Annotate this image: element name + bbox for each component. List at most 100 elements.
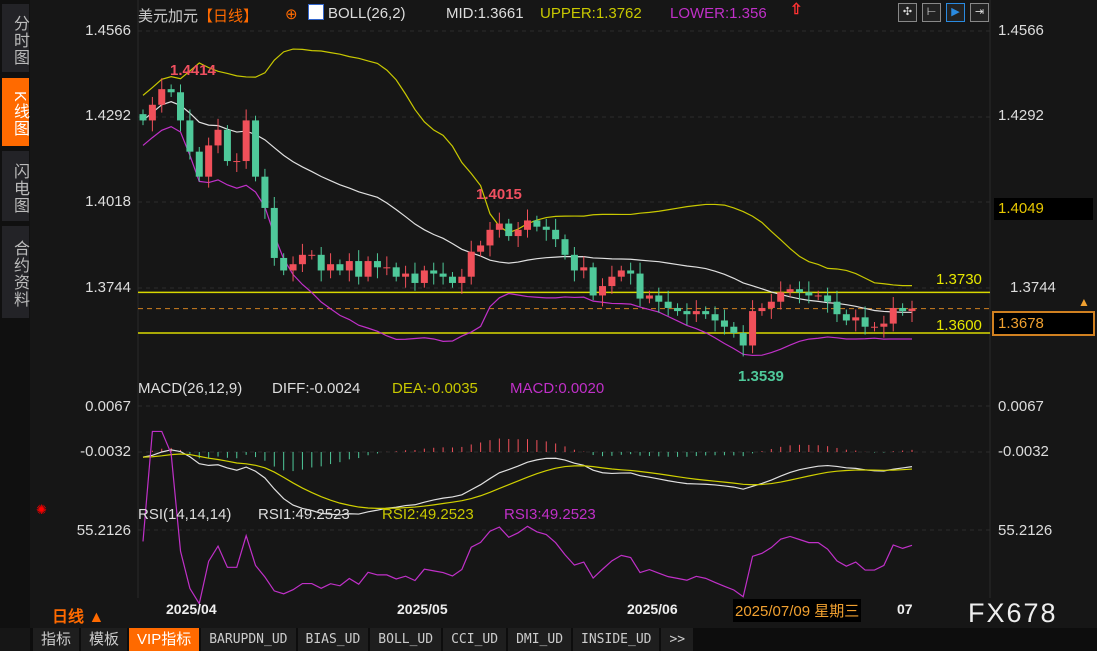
candle-body xyxy=(448,276,456,283)
candle-body xyxy=(702,311,710,315)
boll-mid: MID:1.3661 xyxy=(446,5,524,22)
candle-body xyxy=(824,295,832,302)
tab-boll[interactable]: BOLL_UD xyxy=(370,628,442,651)
tab-vip-indicators[interactable]: VIP指标 xyxy=(129,628,200,651)
scroll-up-icon[interactable]: ▲ xyxy=(1078,295,1090,309)
candle-body xyxy=(261,176,269,208)
candle-body xyxy=(552,229,560,240)
candle-body xyxy=(364,261,372,277)
tab-bias[interactable]: BIAS_UD xyxy=(297,628,369,651)
tab-templates[interactable]: 模板 xyxy=(81,628,128,651)
candle-body xyxy=(833,301,841,315)
candle-body xyxy=(599,286,607,296)
macd-diff: DIFF:-0.0024 xyxy=(272,380,361,397)
candle-body xyxy=(889,307,897,324)
alert-icon[interactable]: ✺ xyxy=(36,502,47,518)
time-label: 2025/06 xyxy=(627,601,678,617)
candle-body xyxy=(655,295,663,302)
candle-body xyxy=(664,301,672,308)
candle-body xyxy=(383,267,391,269)
candle-body xyxy=(561,239,569,255)
candle-body xyxy=(205,145,213,177)
time-label: 07 xyxy=(897,601,913,617)
candle-body xyxy=(392,267,400,277)
candle-body xyxy=(814,295,822,297)
candle-body xyxy=(195,151,203,177)
candle-body xyxy=(158,89,166,105)
cursor-icon[interactable]: ▶ xyxy=(946,3,965,22)
left-axis-label: 1.4566 xyxy=(85,22,131,39)
candle-body xyxy=(852,317,860,321)
boll-upper: UPPER:1.3762 xyxy=(540,5,642,22)
level-lower-label: 1.3600 xyxy=(936,317,982,334)
annotation-mid-high: 1.4015 xyxy=(476,186,522,203)
exit-icon[interactable]: ⇥ xyxy=(970,3,989,22)
candle-body xyxy=(542,226,550,230)
candle-body xyxy=(805,292,813,296)
candle-body xyxy=(458,276,466,283)
candle-body xyxy=(795,289,803,293)
rsi-axis-label: 55.2126 xyxy=(998,522,1053,539)
level-upper-label: 1.3730 xyxy=(936,271,982,288)
candle-body xyxy=(899,307,907,312)
candle-body xyxy=(627,270,635,274)
candle-body xyxy=(739,332,747,346)
rsi-3: RSI3:49.2523 xyxy=(504,506,596,523)
chart-canvas[interactable] xyxy=(0,0,1097,628)
tab-dmi[interactable]: DMI_UD xyxy=(508,628,572,651)
tab-indicators[interactable]: 指标 xyxy=(33,628,80,651)
price-marker-1: 1.4049 xyxy=(994,198,1093,220)
macd-dea: DEA:-0.0035 xyxy=(392,380,478,397)
macd-axis-label: 0.0067 xyxy=(998,398,1044,415)
right-axis-label: 1.4566 xyxy=(998,22,1044,39)
candle-body xyxy=(645,295,653,299)
period-selector[interactable]: 日线 ▲ xyxy=(52,603,104,627)
annotation-high: 1.4414 xyxy=(170,62,216,79)
candle-body xyxy=(580,267,588,271)
candle-body xyxy=(786,289,794,293)
candle-body xyxy=(908,308,916,312)
candle-body xyxy=(317,254,325,271)
crosshair-icon[interactable]: ✣ xyxy=(898,3,917,22)
rsi-1: RSI1:49.2523 xyxy=(258,506,350,523)
watermark-logo: FX678 xyxy=(968,598,1058,628)
boll-lower: LOWER:1.356 xyxy=(670,5,767,22)
tab-barupdn[interactable]: BARUPDN_UD xyxy=(201,628,296,651)
globe-icon[interactable]: ⊕ xyxy=(285,5,298,23)
candle-body xyxy=(617,270,625,277)
candle-body xyxy=(570,254,578,271)
macd-title: MACD(26,12,9) xyxy=(138,380,243,397)
candle-body xyxy=(402,273,410,277)
macd-axis-label: -0.0032 xyxy=(998,443,1049,460)
candle-body xyxy=(167,89,175,93)
candle-body xyxy=(214,129,222,146)
left-axis-label: 1.4292 xyxy=(85,107,131,124)
candle-body xyxy=(336,264,344,271)
macd-axis-label: 0.0067 xyxy=(85,398,131,415)
annotation-low: 1.3539 xyxy=(738,368,784,385)
candle-body xyxy=(505,223,513,237)
candle-body xyxy=(373,261,381,268)
candle-body xyxy=(861,317,869,327)
cursor-date: 2025/07/09 星期三 xyxy=(733,599,862,622)
tab-inside[interactable]: INSIDE_UD xyxy=(573,628,660,651)
candle-body xyxy=(308,254,316,256)
time-label: 2025/05 xyxy=(397,601,448,617)
candle-body xyxy=(467,251,475,277)
range-icon[interactable]: ⊢ xyxy=(922,3,941,22)
candle-body xyxy=(683,311,691,315)
macd-value: MACD:0.0020 xyxy=(510,380,605,397)
rsi-title: RSI(14,14,14) xyxy=(138,506,232,523)
candle-body xyxy=(777,292,785,302)
candle-body xyxy=(430,270,438,274)
right-axis-label: 1.4292 xyxy=(998,107,1044,124)
candle-body xyxy=(608,276,616,287)
boll-chart-icon[interactable] xyxy=(308,4,324,20)
tab-more[interactable]: >> xyxy=(661,628,694,651)
arrow-up-icon: ⇧ xyxy=(790,1,803,18)
candle-body xyxy=(533,220,541,227)
candle-body xyxy=(298,254,306,265)
left-axis-label: 1.3744 xyxy=(85,279,131,296)
tab-cci[interactable]: CCI_UD xyxy=(443,628,507,651)
candle-body xyxy=(711,314,719,321)
